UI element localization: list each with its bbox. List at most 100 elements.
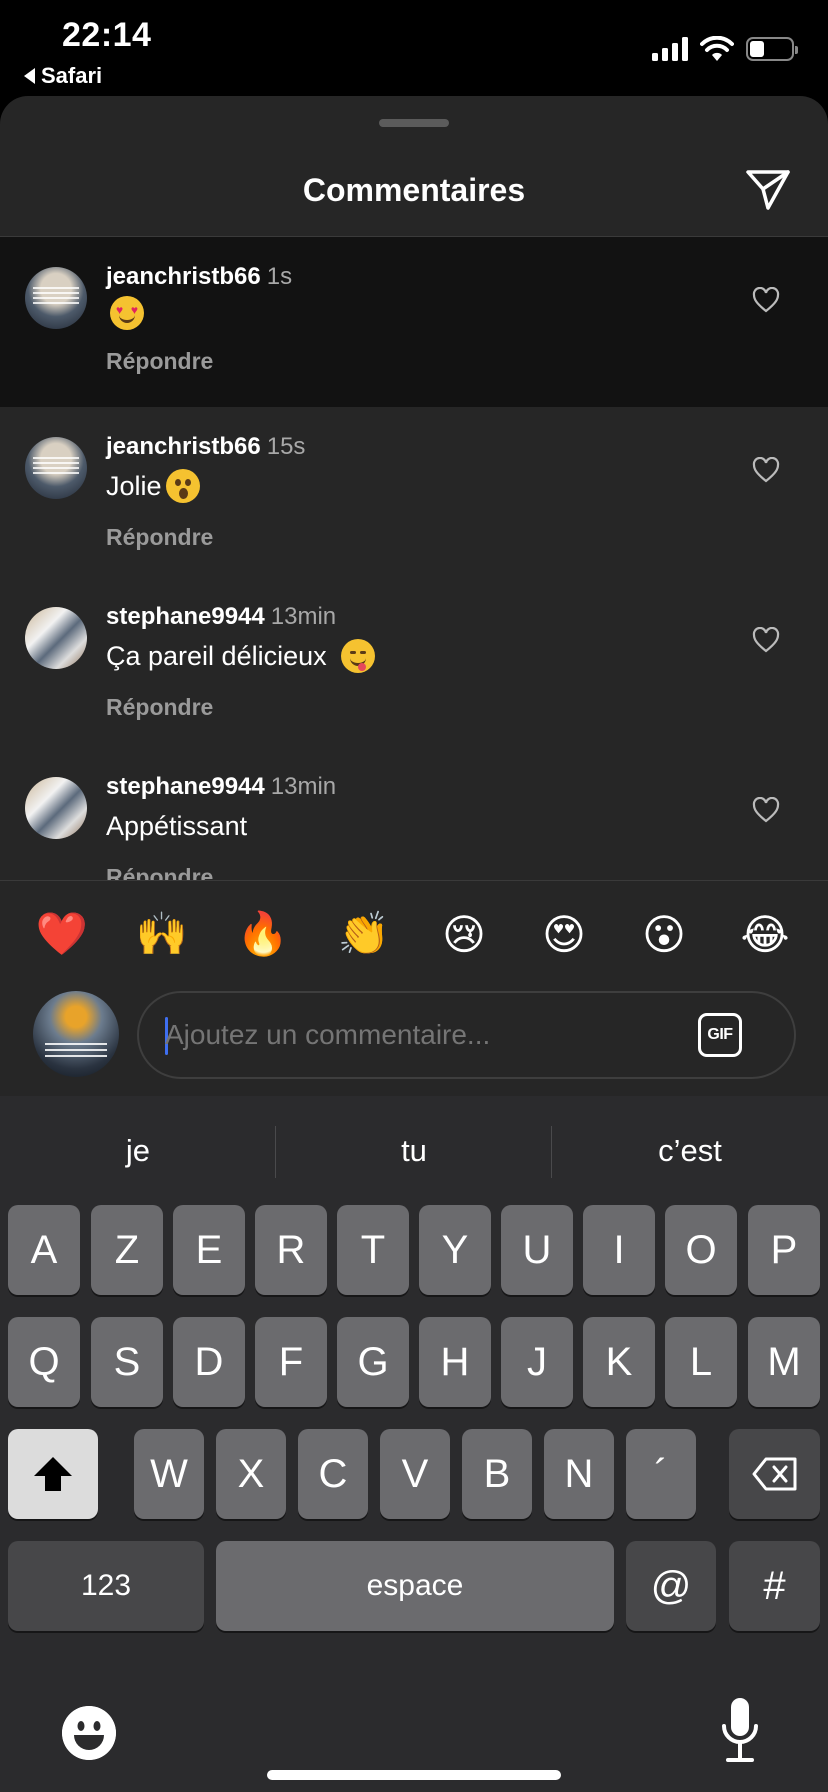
- status-icons: [652, 36, 798, 62]
- status-time: 22:14: [62, 16, 152, 54]
- gif-button[interactable]: GIF: [698, 1013, 742, 1057]
- emoji-keyboard-icon[interactable]: [62, 1706, 116, 1760]
- key-x[interactable]: X: [216, 1429, 286, 1519]
- reactions-divider: [0, 880, 828, 881]
- comment-username[interactable]: stephane9944: [106, 773, 265, 800]
- comment-time: 15s: [266, 433, 306, 460]
- key-r[interactable]: R: [255, 1205, 327, 1295]
- avatar[interactable]: [25, 267, 87, 329]
- comment-username[interactable]: jeanchristb66: [106, 433, 261, 460]
- avatar[interactable]: [25, 437, 87, 499]
- key-accent[interactable]: ´: [626, 1429, 696, 1519]
- reaction-crying-icon[interactable]: 😢: [436, 906, 492, 962]
- reaction-fire-icon[interactable]: 🔥: [235, 906, 291, 962]
- reply-button[interactable]: Répondre: [106, 694, 708, 721]
- key-j[interactable]: J: [501, 1317, 573, 1407]
- sheet-grabber[interactable]: [379, 119, 449, 127]
- reaction-surprised-icon[interactable]: 😮: [636, 906, 692, 962]
- wifi-icon: [700, 36, 734, 61]
- like-heart-icon[interactable]: [752, 797, 780, 823]
- comments-list[interactable]: jeanchristb66 1s ♥ ♥ Répondre jeanchristb6…: [0, 237, 828, 880]
- key-c[interactable]: C: [298, 1429, 368, 1519]
- comment-composer: GIF: [0, 981, 828, 1096]
- shift-key[interactable]: [8, 1429, 98, 1519]
- space-key[interactable]: espace: [216, 1541, 614, 1631]
- key-n[interactable]: N: [544, 1429, 614, 1519]
- comment-item[interactable]: stephane9944 13min Ça pareil délicieux Ré…: [0, 577, 828, 747]
- battery-icon: [746, 37, 798, 61]
- status-bar: 22:14 Safari: [0, 0, 828, 96]
- like-heart-icon[interactable]: [752, 287, 780, 313]
- key-f[interactable]: F: [255, 1317, 327, 1407]
- comment-time: 1s: [266, 263, 293, 290]
- comment-text: Appétissant: [106, 811, 248, 841]
- reaction-clap-icon[interactable]: 👏: [336, 906, 392, 962]
- comment-text: Jolie: [106, 466, 708, 506]
- comment-time: 13min: [270, 603, 337, 630]
- key-d[interactable]: D: [173, 1317, 245, 1407]
- key-o[interactable]: O: [665, 1205, 737, 1295]
- suggestion-3[interactable]: c’est: [552, 1096, 828, 1196]
- comment-username[interactable]: jeanchristb66: [106, 263, 261, 290]
- battery-fill: [750, 41, 764, 57]
- cellular-signal-icon: [652, 37, 688, 61]
- key-k[interactable]: K: [583, 1317, 655, 1407]
- reply-button[interactable]: Répondre: [106, 864, 708, 880]
- key-g[interactable]: G: [337, 1317, 409, 1407]
- share-send-icon[interactable]: [744, 168, 792, 212]
- key-e[interactable]: E: [173, 1205, 245, 1295]
- key-m[interactable]: M: [748, 1317, 820, 1407]
- key-a[interactable]: A: [8, 1205, 80, 1295]
- hushed-emoji-icon: [165, 469, 200, 503]
- quick-reactions-bar: ❤️ 🙌 🔥 👏 😢 😍 😮 😂: [0, 886, 828, 986]
- key-q[interactable]: Q: [8, 1317, 80, 1407]
- keyboard: je tu c’est A Z E R T Y U I O P Q S D F …: [0, 1096, 828, 1792]
- reply-button[interactable]: Répondre: [106, 524, 708, 551]
- avatar[interactable]: [25, 607, 87, 669]
- key-l[interactable]: L: [665, 1317, 737, 1407]
- like-heart-icon[interactable]: [752, 627, 780, 653]
- comment-text: Ça pareil délicieux: [106, 636, 708, 676]
- heart-eyes-emoji-icon: ♥ ♥: [110, 296, 144, 330]
- key-p[interactable]: P: [748, 1205, 820, 1295]
- home-indicator[interactable]: [267, 1770, 561, 1780]
- reaction-heart-icon[interactable]: ❤️: [34, 906, 90, 962]
- comment-item[interactable]: jeanchristb66 1s ♥ ♥ Répondre: [0, 237, 828, 407]
- key-z[interactable]: Z: [91, 1205, 163, 1295]
- key-y[interactable]: Y: [419, 1205, 491, 1295]
- sheet-title: Commentaires: [302, 172, 526, 208]
- key-w[interactable]: W: [134, 1429, 204, 1519]
- avatar[interactable]: [25, 777, 87, 839]
- comment-input-container[interactable]: GIF: [137, 991, 796, 1079]
- reply-button[interactable]: Répondre: [106, 348, 708, 375]
- suggestion-2[interactable]: tu: [276, 1096, 552, 1196]
- numbers-key[interactable]: 123: [8, 1541, 204, 1631]
- comment-item[interactable]: jeanchristb66 15s Jolie Répondre: [0, 407, 828, 577]
- comment-input[interactable]: [165, 993, 665, 1077]
- comment-text: ♥ ♥: [106, 296, 708, 330]
- microphone-icon[interactable]: [720, 1696, 760, 1770]
- hash-key[interactable]: #: [729, 1541, 820, 1631]
- reaction-heart-eyes-icon[interactable]: 😍: [536, 906, 592, 962]
- at-key[interactable]: @: [626, 1541, 716, 1631]
- key-i[interactable]: I: [583, 1205, 655, 1295]
- suggestion-1[interactable]: je: [0, 1096, 276, 1196]
- like-heart-icon[interactable]: [752, 457, 780, 483]
- back-arrow-icon: [24, 68, 35, 84]
- reaction-raised-hands-icon[interactable]: 🙌: [134, 906, 190, 962]
- back-to-app-button[interactable]: Safari: [24, 63, 102, 89]
- key-h[interactable]: H: [419, 1317, 491, 1407]
- comment-item[interactable]: stephane9944 13min Appétissant Répondre: [0, 747, 828, 880]
- comments-sheet: Commentaires jeanchristb66 1s ♥ ♥ Répondre: [0, 96, 828, 1096]
- backspace-icon: [752, 1457, 796, 1491]
- comment-username[interactable]: stephane9944: [106, 603, 265, 630]
- reaction-laughing-icon[interactable]: 😂: [737, 906, 793, 962]
- key-s[interactable]: S: [91, 1317, 163, 1407]
- delete-key[interactable]: [729, 1429, 820, 1519]
- key-b[interactable]: B: [462, 1429, 532, 1519]
- key-t[interactable]: T: [337, 1205, 409, 1295]
- key-v[interactable]: V: [380, 1429, 450, 1519]
- shift-arrow-icon: [34, 1457, 72, 1491]
- key-u[interactable]: U: [501, 1205, 573, 1295]
- yum-emoji-icon: [340, 639, 375, 673]
